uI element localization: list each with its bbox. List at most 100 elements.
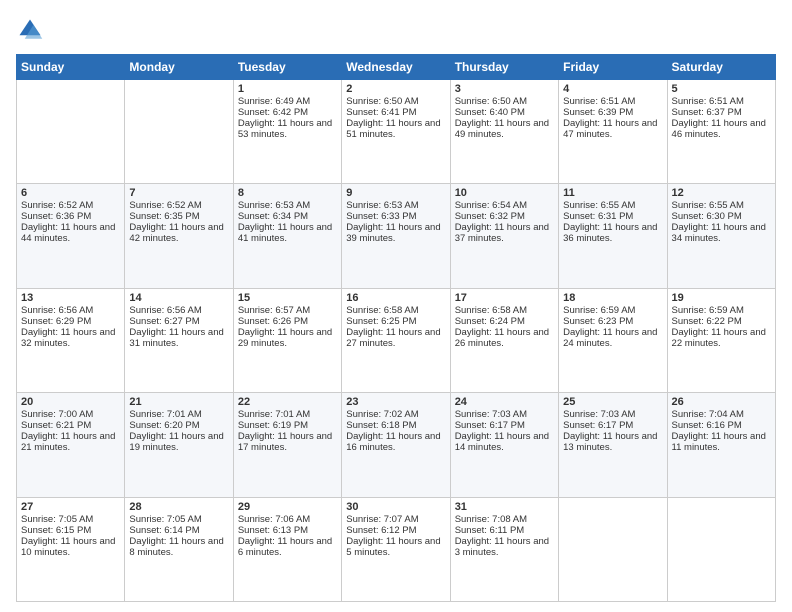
day-info: Daylight: 11 hours and 14 minutes. xyxy=(455,431,554,453)
day-number: 25 xyxy=(563,396,662,408)
calendar-cell: 12Sunrise: 6:55 AMSunset: 6:30 PMDayligh… xyxy=(667,184,775,288)
logo xyxy=(16,16,48,44)
calendar-cell: 20Sunrise: 7:00 AMSunset: 6:21 PMDayligh… xyxy=(17,393,125,497)
day-info: Daylight: 11 hours and 3 minutes. xyxy=(455,536,554,558)
day-info: Sunset: 6:32 PM xyxy=(455,211,554,222)
day-number: 23 xyxy=(346,396,445,408)
calendar-week-row: 20Sunrise: 7:00 AMSunset: 6:21 PMDayligh… xyxy=(17,393,776,497)
day-info: Daylight: 11 hours and 16 minutes. xyxy=(346,431,445,453)
day-info: Daylight: 11 hours and 6 minutes. xyxy=(238,536,337,558)
calendar-cell xyxy=(559,497,667,601)
calendar-week-row: 27Sunrise: 7:05 AMSunset: 6:15 PMDayligh… xyxy=(17,497,776,601)
calendar-cell: 13Sunrise: 6:56 AMSunset: 6:29 PMDayligh… xyxy=(17,288,125,392)
calendar-cell xyxy=(17,80,125,184)
day-info: Sunrise: 6:58 AM xyxy=(455,305,554,316)
calendar-cell: 24Sunrise: 7:03 AMSunset: 6:17 PMDayligh… xyxy=(450,393,558,497)
weekday-header: Wednesday xyxy=(342,55,450,80)
calendar-week-row: 1Sunrise: 6:49 AMSunset: 6:42 PMDaylight… xyxy=(17,80,776,184)
day-info: Sunrise: 6:56 AM xyxy=(21,305,120,316)
day-info: Sunset: 6:37 PM xyxy=(672,107,771,118)
day-info: Sunset: 6:15 PM xyxy=(21,525,120,536)
day-info: Sunset: 6:36 PM xyxy=(21,211,120,222)
day-number: 12 xyxy=(672,187,771,199)
day-info: Sunrise: 7:05 AM xyxy=(21,514,120,525)
day-number: 6 xyxy=(21,187,120,199)
day-info: Sunrise: 7:00 AM xyxy=(21,409,120,420)
day-info: Daylight: 11 hours and 8 minutes. xyxy=(129,536,228,558)
day-info: Sunset: 6:25 PM xyxy=(346,316,445,327)
calendar-cell: 23Sunrise: 7:02 AMSunset: 6:18 PMDayligh… xyxy=(342,393,450,497)
day-info: Sunrise: 6:51 AM xyxy=(563,96,662,107)
calendar-cell: 6Sunrise: 6:52 AMSunset: 6:36 PMDaylight… xyxy=(17,184,125,288)
day-number: 22 xyxy=(238,396,337,408)
calendar-cell: 2Sunrise: 6:50 AMSunset: 6:41 PMDaylight… xyxy=(342,80,450,184)
calendar-cell xyxy=(667,497,775,601)
day-info: Sunset: 6:40 PM xyxy=(455,107,554,118)
weekday-header: Tuesday xyxy=(233,55,341,80)
day-info: Sunset: 6:13 PM xyxy=(238,525,337,536)
day-info: Daylight: 11 hours and 21 minutes. xyxy=(21,431,120,453)
calendar-cell: 28Sunrise: 7:05 AMSunset: 6:14 PMDayligh… xyxy=(125,497,233,601)
day-info: Daylight: 11 hours and 13 minutes. xyxy=(563,431,662,453)
calendar-cell: 27Sunrise: 7:05 AMSunset: 6:15 PMDayligh… xyxy=(17,497,125,601)
day-info: Sunrise: 6:53 AM xyxy=(346,200,445,211)
day-number: 15 xyxy=(238,292,337,304)
day-info: Sunset: 6:20 PM xyxy=(129,420,228,431)
day-info: Daylight: 11 hours and 26 minutes. xyxy=(455,327,554,349)
header xyxy=(16,16,776,44)
day-info: Daylight: 11 hours and 37 minutes. xyxy=(455,222,554,244)
day-info: Daylight: 11 hours and 5 minutes. xyxy=(346,536,445,558)
calendar-cell: 21Sunrise: 7:01 AMSunset: 6:20 PMDayligh… xyxy=(125,393,233,497)
day-number: 17 xyxy=(455,292,554,304)
calendar-cell: 19Sunrise: 6:59 AMSunset: 6:22 PMDayligh… xyxy=(667,288,775,392)
weekday-header: Sunday xyxy=(17,55,125,80)
day-info: Sunrise: 7:02 AM xyxy=(346,409,445,420)
day-number: 7 xyxy=(129,187,228,199)
day-info: Sunrise: 6:58 AM xyxy=(346,305,445,316)
calendar-cell: 9Sunrise: 6:53 AMSunset: 6:33 PMDaylight… xyxy=(342,184,450,288)
day-info: Sunrise: 6:52 AM xyxy=(129,200,228,211)
day-info: Sunset: 6:14 PM xyxy=(129,525,228,536)
day-number: 2 xyxy=(346,83,445,95)
day-info: Sunset: 6:35 PM xyxy=(129,211,228,222)
calendar-cell: 4Sunrise: 6:51 AMSunset: 6:39 PMDaylight… xyxy=(559,80,667,184)
day-number: 3 xyxy=(455,83,554,95)
day-info: Daylight: 11 hours and 17 minutes. xyxy=(238,431,337,453)
day-number: 13 xyxy=(21,292,120,304)
calendar-cell: 7Sunrise: 6:52 AMSunset: 6:35 PMDaylight… xyxy=(125,184,233,288)
day-info: Daylight: 11 hours and 10 minutes. xyxy=(21,536,120,558)
calendar-cell: 3Sunrise: 6:50 AMSunset: 6:40 PMDaylight… xyxy=(450,80,558,184)
day-info: Daylight: 11 hours and 34 minutes. xyxy=(672,222,771,244)
day-info: Sunrise: 6:51 AM xyxy=(672,96,771,107)
day-info: Daylight: 11 hours and 19 minutes. xyxy=(129,431,228,453)
day-number: 4 xyxy=(563,83,662,95)
day-number: 29 xyxy=(238,501,337,513)
day-info: Daylight: 11 hours and 47 minutes. xyxy=(563,118,662,140)
page: SundayMondayTuesdayWednesdayThursdayFrid… xyxy=(0,0,792,612)
calendar-cell: 30Sunrise: 7:07 AMSunset: 6:12 PMDayligh… xyxy=(342,497,450,601)
calendar-week-row: 13Sunrise: 6:56 AMSunset: 6:29 PMDayligh… xyxy=(17,288,776,392)
day-info: Sunset: 6:33 PM xyxy=(346,211,445,222)
weekday-header: Monday xyxy=(125,55,233,80)
day-info: Sunrise: 6:54 AM xyxy=(455,200,554,211)
calendar-cell: 14Sunrise: 6:56 AMSunset: 6:27 PMDayligh… xyxy=(125,288,233,392)
weekday-header: Thursday xyxy=(450,55,558,80)
calendar-cell: 1Sunrise: 6:49 AMSunset: 6:42 PMDaylight… xyxy=(233,80,341,184)
day-info: Sunrise: 7:01 AM xyxy=(129,409,228,420)
day-info: Sunrise: 7:08 AM xyxy=(455,514,554,525)
day-number: 21 xyxy=(129,396,228,408)
day-info: Sunrise: 6:56 AM xyxy=(129,305,228,316)
day-info: Sunset: 6:23 PM xyxy=(563,316,662,327)
day-info: Daylight: 11 hours and 29 minutes. xyxy=(238,327,337,349)
day-number: 14 xyxy=(129,292,228,304)
day-info: Sunrise: 7:03 AM xyxy=(455,409,554,420)
day-number: 11 xyxy=(563,187,662,199)
calendar-cell: 26Sunrise: 7:04 AMSunset: 6:16 PMDayligh… xyxy=(667,393,775,497)
day-info: Sunset: 6:17 PM xyxy=(455,420,554,431)
day-number: 20 xyxy=(21,396,120,408)
day-info: Sunset: 6:31 PM xyxy=(563,211,662,222)
day-info: Daylight: 11 hours and 36 minutes. xyxy=(563,222,662,244)
day-number: 5 xyxy=(672,83,771,95)
day-info: Sunset: 6:12 PM xyxy=(346,525,445,536)
weekday-header: Saturday xyxy=(667,55,775,80)
